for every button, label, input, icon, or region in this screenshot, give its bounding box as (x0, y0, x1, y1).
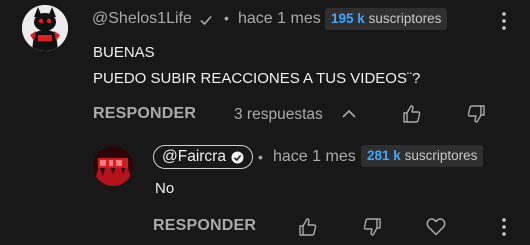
comment-line: PUEDO SUBIR REACCIONES A TUS VIDEOS¨? (93, 70, 421, 87)
reply-author[interactable]: @Faircra (162, 145, 226, 169)
reply-subscriber-badge: 281 k suscriptores (361, 145, 484, 167)
reply-subscriber-label: suscriptores (404, 148, 478, 163)
thumbs-down-icon[interactable] (362, 217, 382, 237)
reply-button[interactable]: RESPONDER (93, 105, 196, 123)
reply-subscriber-count: 281 k (367, 148, 401, 163)
subscriber-label: suscriptores (368, 11, 442, 26)
comment-line: BUENAS (93, 44, 155, 61)
comment-time[interactable]: hace 1 mes (238, 10, 321, 28)
thumbs-down-icon[interactable] (466, 104, 486, 124)
reply-time[interactable]: hace 1 mes (273, 148, 356, 166)
avatar[interactable] (22, 5, 68, 51)
comment-author[interactable]: @Shelos1Life (92, 10, 192, 28)
separator-dot: • (224, 10, 229, 26)
heart-icon[interactable] (426, 217, 446, 236)
checkmark-icon (199, 13, 213, 27)
thumbs-up-icon[interactable] (402, 104, 422, 124)
reply-text: No (155, 180, 175, 197)
separator-dot: • (258, 149, 263, 165)
reply-reply-button[interactable]: RESPONDER (153, 217, 256, 235)
more-vertical-icon[interactable] (500, 217, 508, 237)
reply-avatar[interactable] (93, 146, 133, 186)
comment-text: BUENAS PUEDO SUBIR REACCIONES A TUS VIDE… (93, 40, 420, 92)
thumbs-up-icon[interactable] (298, 217, 318, 237)
check-circle-icon (231, 151, 244, 164)
chevron-up-icon[interactable] (341, 108, 357, 120)
reply-author-pill[interactable]: @Faircra (153, 145, 253, 169)
replies-toggle[interactable]: 3 respuestas (234, 106, 323, 124)
more-vertical-icon[interactable] (500, 11, 508, 31)
subscriber-badge: 195 k suscriptores (325, 8, 448, 30)
comment-thread: @Shelos1Life • hace 1 mes 195 k suscript… (0, 0, 530, 245)
subscriber-count: 195 k (331, 11, 365, 26)
